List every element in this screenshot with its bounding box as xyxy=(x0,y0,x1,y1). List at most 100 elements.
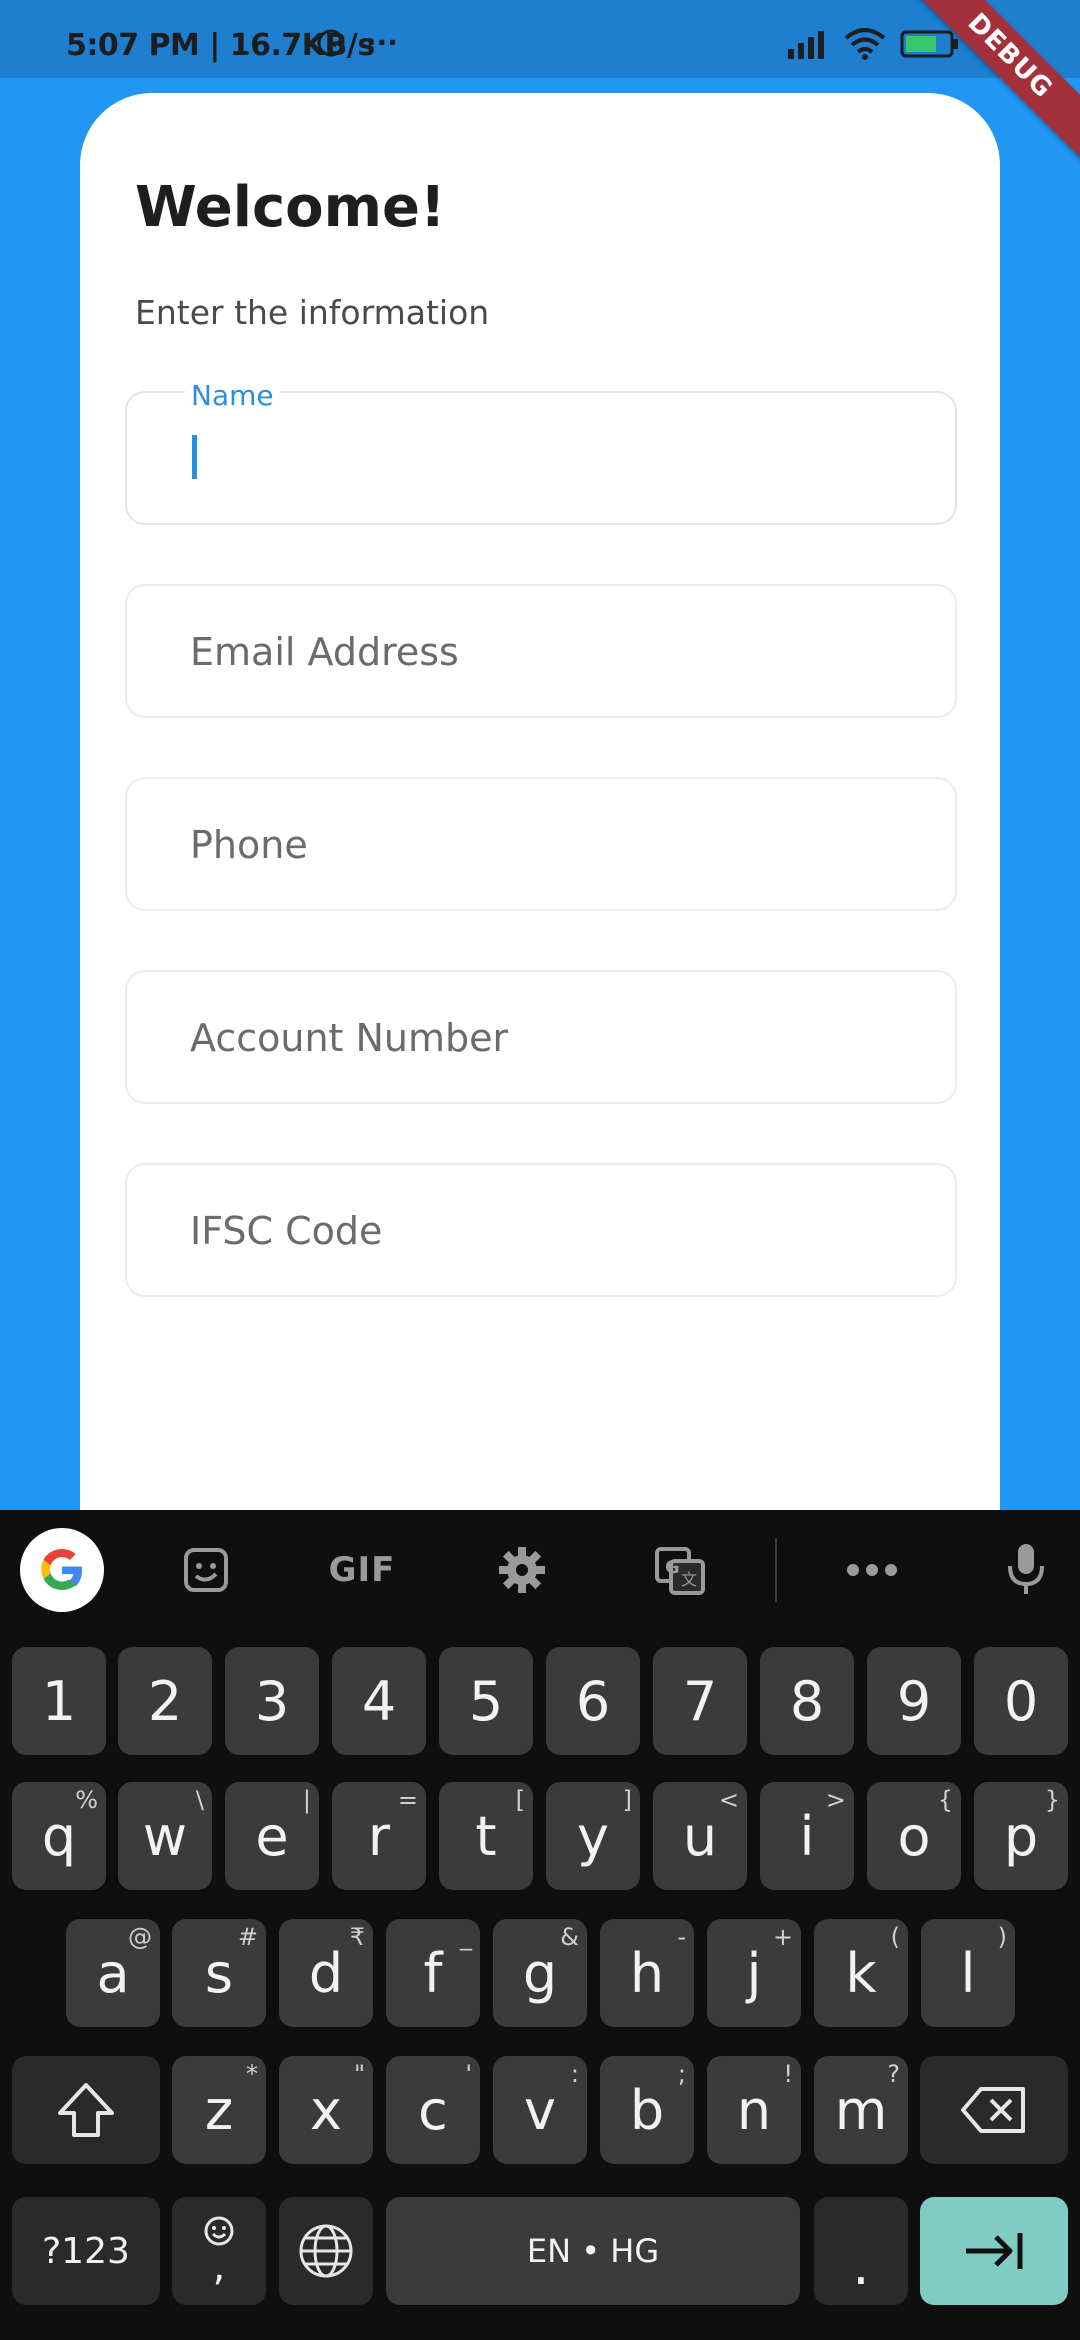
name-field[interactable]: Name xyxy=(125,379,957,525)
language-key[interactable] xyxy=(279,2197,373,2305)
key-3[interactable]: 3 xyxy=(225,1647,319,1755)
key-label: z xyxy=(204,2078,234,2142)
key-g[interactable]: g & xyxy=(493,1919,587,2027)
key-m[interactable]: m? xyxy=(814,2056,908,2164)
key-b[interactable]: b; xyxy=(600,2056,694,2164)
gif-label: GIF xyxy=(328,1550,396,1590)
key-2[interactable]: 2 xyxy=(118,1647,212,1755)
gif-button[interactable]: GIF xyxy=(320,1528,404,1612)
key-label: v xyxy=(524,2078,556,2142)
key-label: h xyxy=(629,1941,665,2005)
key-label: 3 xyxy=(254,1669,290,1733)
ifsc-code-placeholder: IFSC Code xyxy=(190,1209,383,1253)
key-alt-label: ; xyxy=(677,2060,686,2088)
key-label: 1 xyxy=(41,1669,77,1733)
sticker-icon[interactable] xyxy=(164,1528,248,1612)
key-j[interactable]: j + xyxy=(707,1919,801,2027)
page-title: Welcome! xyxy=(135,175,446,240)
period-key[interactable]: . xyxy=(814,2197,908,2305)
key-label: f xyxy=(423,1941,443,2005)
enter-next-key[interactable] xyxy=(920,2197,1068,2305)
key-label: n xyxy=(736,2078,772,2142)
key-label: ?123 xyxy=(42,2230,130,2272)
account-number-placeholder: Account Number xyxy=(190,1016,509,1060)
key-f[interactable]: f _ xyxy=(386,1919,480,2027)
key-label: d xyxy=(308,1941,344,2005)
key-9[interactable]: 9 xyxy=(867,1647,961,1755)
key-e[interactable]: e | xyxy=(225,1782,319,1890)
svg-text:G: G xyxy=(665,1557,680,1578)
key-label: s xyxy=(204,1941,234,2005)
space-key[interactable]: EN • HG xyxy=(386,2197,800,2305)
key-alt-label: ? xyxy=(887,2060,900,2088)
globe-icon xyxy=(299,2224,353,2278)
key-6[interactable]: 6 xyxy=(546,1647,640,1755)
microphone-icon[interactable] xyxy=(984,1528,1068,1612)
key-label: w xyxy=(142,1804,188,1868)
account-number-field[interactable]: Account Number xyxy=(125,970,957,1104)
key-u[interactable]: u < xyxy=(653,1782,747,1890)
key-alt-label: + xyxy=(772,1923,793,1951)
phone-field[interactable]: Phone xyxy=(125,777,957,911)
key-h[interactable]: h- xyxy=(600,1919,694,2027)
key-label: a xyxy=(96,1941,130,2005)
key-alt-label: * xyxy=(246,2060,258,2088)
key-label: 7 xyxy=(682,1669,718,1733)
key-alt-label: _ xyxy=(460,1923,472,1951)
google-logo-icon[interactable] xyxy=(20,1528,104,1612)
key-alt-label: % xyxy=(75,1786,98,1814)
key-alt-label: < xyxy=(718,1786,739,1814)
key-alt-label: - xyxy=(677,1923,686,1951)
email-field[interactable]: Email Address xyxy=(125,584,957,718)
key-k[interactable]: k( xyxy=(814,1919,908,2027)
form-card: Welcome! Enter the information Name Emai… xyxy=(80,93,1000,1593)
key-label: q xyxy=(41,1804,77,1868)
key-label: c xyxy=(418,2078,448,2142)
key-i[interactable]: i > xyxy=(760,1782,854,1890)
status-bar: 5:07 PM | 16.7KB/s ··· 65 DEBUG xyxy=(0,0,1080,171)
more-options-icon[interactable] xyxy=(830,1528,914,1612)
key-d[interactable]: d ₹ xyxy=(279,1919,373,2027)
key-alt-label: ] xyxy=(622,1786,632,1814)
key-z[interactable]: z * xyxy=(172,2056,266,2164)
key-8[interactable]: 8 xyxy=(760,1647,854,1755)
key-l[interactable]: l) xyxy=(921,1919,1015,2027)
ifsc-code-field[interactable]: IFSC Code xyxy=(125,1163,957,1297)
phone-placeholder: Phone xyxy=(190,823,308,867)
key-n[interactable]: n! xyxy=(707,2056,801,2164)
key-p[interactable]: p} xyxy=(974,1782,1068,1890)
toolbar-divider xyxy=(775,1538,777,1602)
comma-emoji-key[interactable]: , xyxy=(172,2197,266,2305)
key-1[interactable]: 1 xyxy=(12,1647,106,1755)
key-alt-label: { xyxy=(937,1786,953,1814)
symbols-key[interactable]: ?123 xyxy=(12,2197,160,2305)
key-c[interactable]: c ' xyxy=(386,2056,480,2164)
translate-icon[interactable]: G文 xyxy=(638,1528,722,1612)
key-x[interactable]: x " xyxy=(279,2056,373,2164)
more-dots-icon: ··· xyxy=(365,26,398,59)
shift-key[interactable] xyxy=(12,2056,160,2164)
key-7[interactable]: 7 xyxy=(653,1647,747,1755)
key-5[interactable]: 5 xyxy=(439,1647,533,1755)
key-label: k xyxy=(845,1941,877,2005)
key-a[interactable]: a @ xyxy=(66,1919,160,2027)
key-y[interactable]: y] xyxy=(546,1782,640,1890)
key-label: 9 xyxy=(896,1669,932,1733)
key-q[interactable]: q% xyxy=(12,1782,106,1890)
key-alt-label: ₹ xyxy=(349,1923,365,1951)
key-label: j xyxy=(746,1941,762,2005)
key-label: g xyxy=(522,1941,558,2005)
key-alt-label: [ xyxy=(515,1786,525,1814)
key-4[interactable]: 4 xyxy=(332,1647,426,1755)
key-label: m xyxy=(834,2078,888,2142)
key-v[interactable]: v: xyxy=(493,2056,587,2164)
key-0[interactable]: 0 xyxy=(974,1647,1068,1755)
settings-gear-icon[interactable] xyxy=(480,1528,564,1612)
key-o[interactable]: o{ xyxy=(867,1782,961,1890)
key-s[interactable]: s # xyxy=(172,1919,266,2027)
key-alt-label: # xyxy=(237,1923,258,1951)
backspace-key[interactable] xyxy=(920,2056,1068,2164)
key-w[interactable]: w \ xyxy=(118,1782,212,1890)
key-r[interactable]: r = xyxy=(332,1782,426,1890)
key-t[interactable]: t[ xyxy=(439,1782,533,1890)
